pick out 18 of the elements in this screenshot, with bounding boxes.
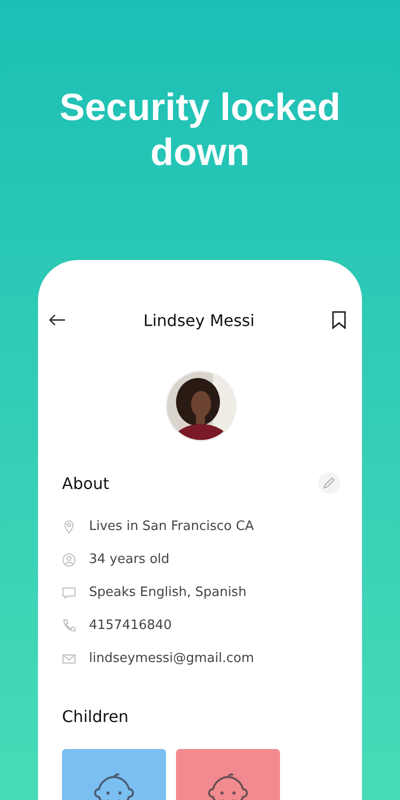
detail-text: Speaks English, Spanish xyxy=(89,585,246,600)
edit-button[interactable] xyxy=(318,472,340,494)
profile-name: Lindsey Messi xyxy=(143,310,255,330)
section-title: Children xyxy=(62,706,129,726)
detail-text: 34 years old xyxy=(89,552,170,567)
section-title: About xyxy=(62,474,110,492)
pencil-icon xyxy=(323,477,335,489)
detail-text: Lives in San Francisco CA xyxy=(89,519,254,534)
detail-text: lindseymessi@gmail.com xyxy=(89,651,254,666)
detail-text: 4157416840 xyxy=(89,618,172,633)
phone-icon xyxy=(62,618,76,632)
person-icon xyxy=(62,552,76,566)
headline: Security locked down xyxy=(58,86,342,176)
envelope-icon xyxy=(62,652,76,666)
bookmark-icon[interactable] xyxy=(332,311,346,329)
location-pin-icon xyxy=(62,520,76,534)
back-arrow-icon[interactable] xyxy=(48,314,66,326)
speech-bubble-icon xyxy=(62,586,76,600)
